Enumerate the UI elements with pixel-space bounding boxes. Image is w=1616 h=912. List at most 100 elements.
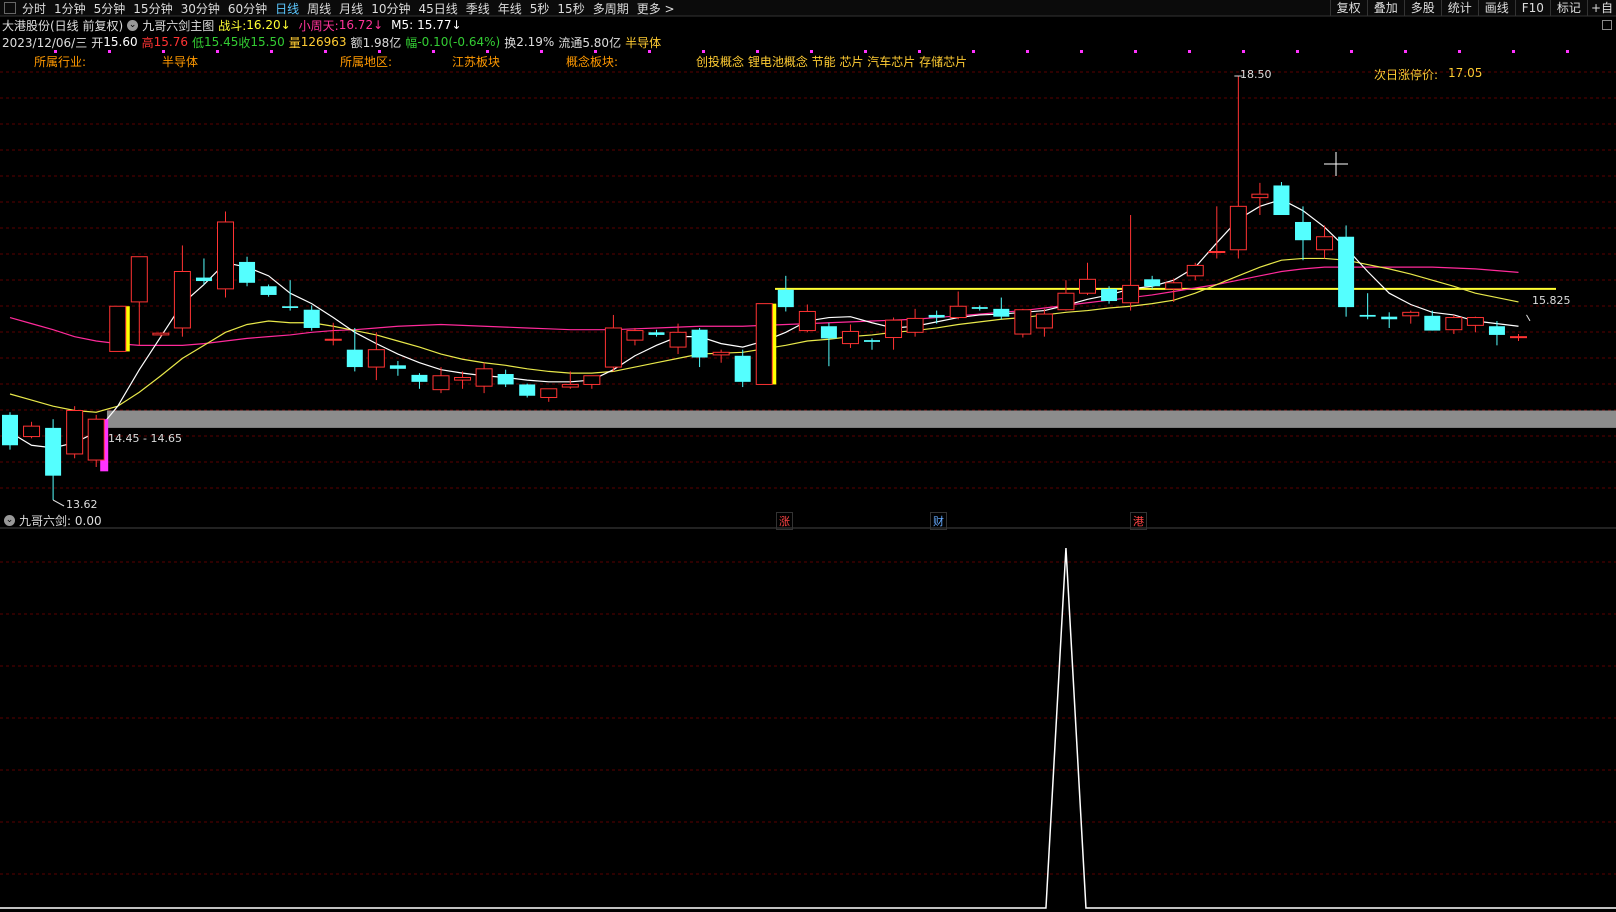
last-price-annotation: 15.825 — [1532, 294, 1571, 307]
candle-body — [282, 306, 299, 308]
signal-dot — [1458, 50, 1461, 53]
candle-body — [1208, 251, 1226, 254]
candle-body — [1466, 317, 1484, 326]
signal-dot — [1242, 50, 1245, 53]
candle-body — [1229, 205, 1247, 251]
signal-dot — [324, 50, 327, 53]
signal-dot — [108, 50, 111, 53]
candle-body — [1488, 326, 1505, 335]
candle-body — [1295, 221, 1311, 241]
candle-body — [1101, 288, 1118, 302]
candle-body — [346, 349, 363, 368]
candle-body — [734, 355, 751, 382]
candle-body — [389, 365, 406, 369]
candle-body — [1510, 336, 1527, 339]
candle-body — [669, 331, 687, 348]
signal-dot — [1512, 50, 1515, 53]
signal-dot — [1026, 50, 1029, 53]
candle-body — [841, 330, 859, 345]
candle-body — [1338, 236, 1355, 308]
sub-indicator-line — [0, 547, 1616, 909]
signal-dot — [54, 50, 57, 53]
candle-body — [130, 256, 148, 303]
signal-dot — [1296, 50, 1299, 53]
candle-body — [454, 376, 472, 381]
high-price-annotation: 18.50 — [1240, 68, 1272, 81]
signal-dot — [1134, 50, 1137, 53]
signal-dot — [270, 50, 273, 53]
candle-body — [1381, 316, 1398, 320]
signal-dot — [1566, 50, 1569, 53]
candle-body — [691, 329, 708, 358]
candle-body — [798, 310, 816, 332]
candle-body — [885, 319, 903, 339]
signal-dot — [432, 50, 435, 53]
signal-dot — [918, 50, 921, 53]
signal-dot — [540, 50, 543, 53]
candle-body — [497, 374, 514, 385]
candle-body — [195, 277, 212, 282]
candle-body — [1273, 185, 1290, 216]
candle-body — [949, 305, 967, 319]
low-leader-line — [52, 499, 65, 507]
low-price-annotation: 13.62 — [66, 498, 98, 511]
signal-dot — [378, 50, 381, 53]
candle-body — [1251, 193, 1269, 199]
candle-body — [864, 340, 880, 342]
sub-indicator-title[interactable]: ⌄ 九哥六剑 : 0.00 — [4, 512, 102, 529]
candle-body — [1144, 279, 1161, 287]
signal-dot — [972, 50, 975, 53]
signal-dot — [810, 50, 813, 53]
candle-body — [239, 261, 256, 283]
candle-body — [1186, 264, 1204, 277]
candle-body — [1359, 314, 1376, 317]
event-marker-gang[interactable]: 港 — [1130, 512, 1147, 530]
candle-body — [626, 330, 644, 341]
signal-dot — [648, 50, 651, 53]
sub-indicator-name: 九哥六剑 — [19, 514, 68, 528]
candle-body — [1424, 315, 1441, 331]
signal-dot — [1188, 50, 1191, 53]
event-marker-cai[interactable]: 财 — [930, 512, 947, 530]
candle-body — [2, 414, 18, 446]
signal-dot — [1350, 50, 1353, 53]
candle-body — [23, 425, 41, 438]
candle-body — [561, 383, 579, 388]
candle-body — [432, 375, 450, 391]
candle-body — [303, 309, 320, 328]
candle-body — [152, 332, 170, 336]
candle-body — [324, 338, 342, 341]
candle-body — [648, 332, 665, 335]
candle-body — [109, 305, 127, 352]
candle-body — [45, 427, 62, 476]
signal-dot — [864, 50, 867, 53]
candle-body — [820, 326, 837, 339]
candle-body — [519, 384, 536, 396]
indicator-dropdown-icon[interactable]: ⌄ — [4, 515, 15, 526]
event-marker-zhang[interactable]: 涨 — [776, 512, 793, 530]
candle-body — [367, 349, 385, 368]
signal-dot — [216, 50, 219, 53]
kline-chart[interactable] — [0, 0, 1616, 912]
candle-body — [1165, 282, 1183, 290]
candle-body — [1014, 309, 1032, 335]
candle-body — [583, 375, 601, 385]
candle-body — [971, 307, 988, 309]
candle-body — [1445, 317, 1463, 331]
signal-dot — [1404, 50, 1407, 53]
candle-body — [1035, 313, 1053, 329]
candle-body — [475, 368, 493, 387]
candle-body — [217, 221, 234, 290]
candle-body — [87, 418, 105, 461]
candle-body — [1057, 292, 1075, 311]
signal-dot — [594, 50, 597, 53]
support-range-label: 14.45 - 14.65 — [108, 432, 182, 445]
candle-body — [540, 388, 558, 398]
candle-body — [173, 270, 191, 329]
candle-body — [411, 374, 428, 382]
candle-body — [260, 286, 277, 295]
candle-body — [66, 410, 84, 455]
candle-body — [1402, 311, 1420, 317]
candle-body — [712, 351, 730, 356]
sub-indicator-value: : 0.00 — [67, 513, 102, 528]
